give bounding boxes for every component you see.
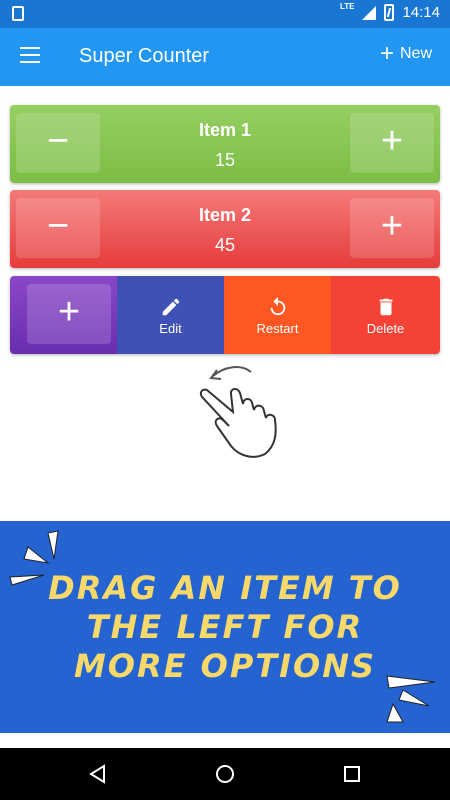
signal-icon	[362, 5, 377, 20]
tip-line: DRAG AN ITEM TO	[48, 569, 402, 607]
increment-button[interactable]: +	[350, 198, 434, 258]
delete-action-label: Delete	[366, 321, 405, 336]
tip-line: MORE OPTIONS	[73, 647, 377, 685]
menu-icon[interactable]	[20, 47, 42, 65]
home-icon[interactable]	[213, 762, 237, 786]
back-icon[interactable]	[86, 762, 110, 786]
counter-item-2[interactable]: − Item 2 45 +	[10, 190, 440, 268]
recents-icon[interactable]	[340, 762, 364, 786]
battery-charging-icon	[384, 4, 395, 21]
pencil-icon	[117, 296, 224, 318]
new-button[interactable]: + New	[379, 40, 432, 67]
app-bar: Super Counter + New	[0, 28, 450, 86]
swiped-counter-row[interactable]: + Edit Restart Delete	[10, 276, 440, 354]
restart-action-label: Restart	[256, 321, 299, 336]
edit-action-label: Edit	[159, 321, 182, 336]
tip-line: THE LEFT FOR	[86, 608, 364, 646]
counter-item-3[interactable]: +	[10, 276, 117, 354]
tip-text: DRAG AN ITEM TO THE LEFT FOR MORE OPTION…	[0, 569, 450, 686]
trash-icon	[331, 296, 440, 318]
increment-button[interactable]: +	[27, 284, 111, 344]
delete-action-button[interactable]: Delete	[331, 276, 440, 354]
swipe-hand-icon	[199, 366, 277, 458]
network-type: LTE	[339, 2, 355, 11]
plus-icon: +	[379, 40, 394, 67]
navigation-bar	[0, 748, 450, 800]
clock: 14:14	[402, 4, 440, 21]
app-title: Super Counter	[79, 45, 210, 67]
new-button-label: New	[399, 45, 432, 62]
restart-action-button[interactable]: Restart	[224, 276, 331, 354]
status-bar: LTE 14:14	[0, 0, 450, 28]
counter-item-1[interactable]: − Item 1 15 +	[10, 105, 440, 183]
tip-banner: DRAG AN ITEM TO THE LEFT FOR MORE OPTION…	[0, 521, 450, 733]
restart-icon	[224, 296, 331, 318]
sd-card-icon	[12, 6, 24, 21]
edit-action-button[interactable]: Edit	[117, 276, 224, 354]
increment-button[interactable]: +	[350, 113, 434, 173]
